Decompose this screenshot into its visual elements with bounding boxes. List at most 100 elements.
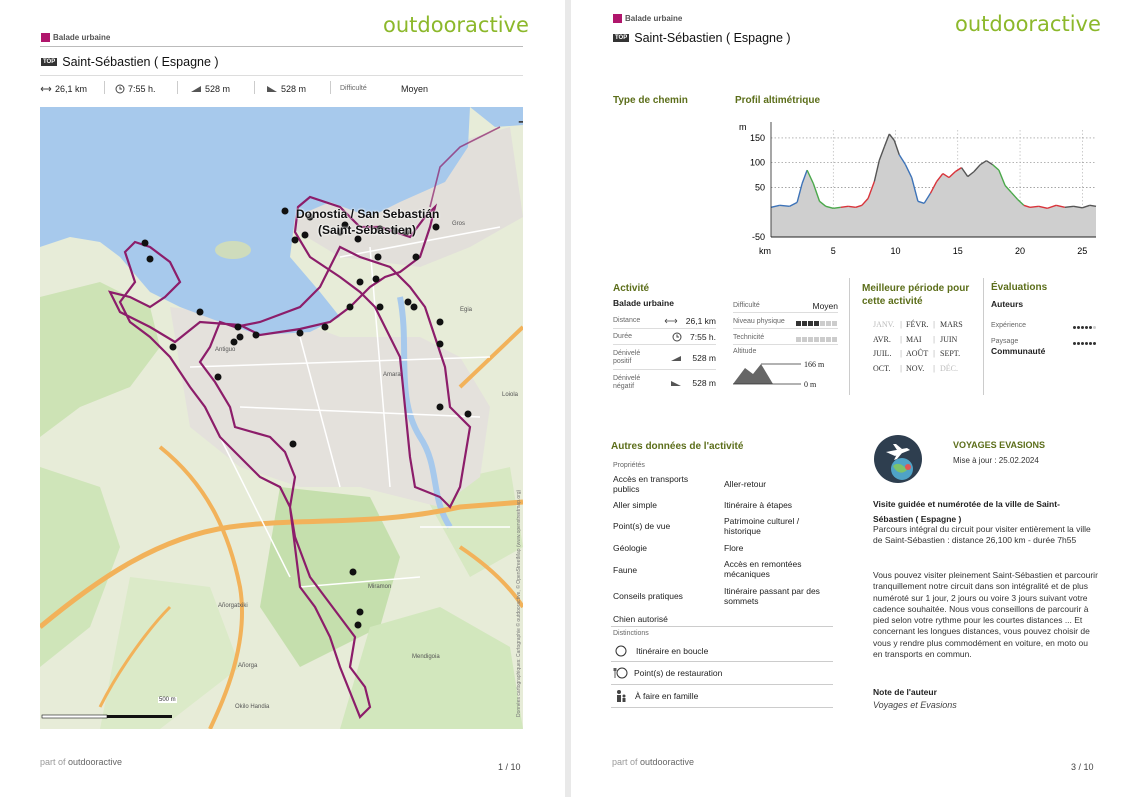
x-tick-label: 5 bbox=[831, 246, 836, 256]
physical-level-row: Niveau physique bbox=[733, 315, 838, 329]
property-left-1: Accès en transports publics bbox=[613, 474, 689, 494]
property-right-3: Patrimoine culturel / historique bbox=[724, 516, 800, 536]
map-place-gros: Gros bbox=[452, 221, 466, 227]
level-dot bbox=[1073, 326, 1076, 329]
map-city-label-1: Donostia / San Sebastián bbox=[296, 207, 440, 221]
author-name: VOYAGES EVASIONS bbox=[953, 440, 1046, 450]
x-tick-label: 10 bbox=[891, 246, 901, 256]
map-place-miramon: Miramon bbox=[368, 584, 392, 590]
distance-icon bbox=[664, 318, 678, 323]
level-dot bbox=[796, 320, 801, 326]
top-badge: TOP bbox=[613, 34, 630, 42]
level-dot bbox=[802, 336, 807, 342]
clock-icon bbox=[672, 332, 682, 341]
activity-ascent-row: Dénivelé positif 528 m bbox=[613, 347, 716, 370]
stat-ascent: 528 m bbox=[190, 84, 230, 94]
property-right-2: Itinéraire à étapes bbox=[724, 500, 793, 510]
map-canvas: ✛ bbox=[40, 107, 523, 729]
level-dot bbox=[1085, 342, 1088, 345]
walk-icon bbox=[41, 33, 50, 42]
way-types-heading: Type de chemin bbox=[613, 95, 688, 106]
landscape-dots bbox=[1073, 332, 1097, 350]
month-6: JUIN bbox=[940, 335, 958, 344]
y-tick-label: 150 bbox=[750, 133, 765, 143]
level-dot bbox=[814, 336, 819, 342]
elevation-heading: Profil altimétrique bbox=[735, 95, 821, 106]
property-left-2: Aller simple bbox=[613, 500, 657, 510]
x-tick-label: 20 bbox=[1015, 246, 1025, 256]
level-dot bbox=[814, 320, 819, 326]
category-label: Balade urbaine bbox=[613, 14, 682, 23]
level-dot bbox=[826, 320, 831, 326]
property-left-5: Faune bbox=[613, 565, 638, 575]
walk-icon bbox=[613, 14, 622, 23]
month-separator: | bbox=[933, 349, 936, 358]
month-separator: | bbox=[900, 320, 903, 329]
ratings-heading: Évaluations bbox=[991, 282, 1048, 293]
description-body: Vous pouvez visiter pleinement Saint-Séb… bbox=[873, 570, 1098, 660]
elevation-segment bbox=[840, 205, 849, 208]
stat-difficulty-label: Difficulté bbox=[340, 85, 367, 92]
page-3: outdooractive Balade urbaine TOP Saint-Sé… bbox=[571, 0, 1135, 797]
month-2: FÉVR. bbox=[906, 320, 929, 329]
level-dot bbox=[1073, 342, 1076, 345]
map-place-okilo-handia: Okilo Handia bbox=[235, 704, 270, 710]
month-9: SEPT. bbox=[940, 349, 961, 358]
x-tick-label: 15 bbox=[953, 246, 963, 256]
author-avatar bbox=[874, 435, 922, 483]
level-dot bbox=[808, 336, 813, 342]
ascent-icon bbox=[191, 86, 201, 92]
level-dot bbox=[820, 336, 825, 342]
map-city-label-2: (Saint-Sébastien) bbox=[318, 223, 417, 237]
technique-level-row: Technicité bbox=[733, 331, 838, 345]
properties-label: Propriétés bbox=[613, 462, 645, 469]
level-dot bbox=[1089, 342, 1092, 345]
activity-descent-row: Dénivelé négatif 528 m bbox=[613, 375, 716, 390]
level-dot bbox=[1081, 342, 1084, 345]
page-number-3: 3 / 10 bbox=[1071, 762, 1094, 772]
month-12: DÉC. bbox=[940, 364, 958, 373]
altitude-max: 166 m bbox=[804, 360, 825, 369]
elevation-segment bbox=[833, 206, 841, 209]
descent-icon bbox=[671, 380, 682, 386]
property-left-3: Point(s) de vue bbox=[613, 521, 671, 531]
month-separator: | bbox=[900, 335, 903, 344]
elevation-svg: m150 100 50 -50 km 5 10 15 20 25 bbox=[739, 122, 1097, 256]
y-tick-label: 100 bbox=[750, 158, 765, 168]
footer-part-of: part of outdooractive bbox=[612, 757, 695, 767]
properties-divider bbox=[611, 626, 833, 627]
y-tick-label: -50 bbox=[752, 232, 765, 242]
level-dot bbox=[1081, 326, 1084, 329]
activity-difficulty-row: Difficulté Moyen bbox=[733, 299, 838, 313]
property-right-5: Accès en remontées mécaniques bbox=[724, 559, 802, 579]
level-dot bbox=[808, 320, 813, 326]
restaurant-icon bbox=[613, 667, 628, 679]
description-intro: Parcours intégral du circuit pour visite… bbox=[873, 524, 1091, 546]
month-separator: | bbox=[933, 335, 936, 344]
header-divider bbox=[40, 46, 523, 47]
map-place-anorgatxiki: Añorgatxiki bbox=[218, 603, 248, 609]
altitude-min: 0 m bbox=[804, 380, 817, 389]
month-4: AVR. bbox=[873, 335, 891, 344]
level-dot bbox=[826, 336, 831, 342]
map-place-anorga: Añorga bbox=[238, 663, 258, 669]
x-unit-label: km bbox=[759, 246, 771, 256]
level-dot bbox=[1077, 326, 1080, 329]
level-dot bbox=[832, 320, 837, 326]
map-attribution: Données cartographiques: Cartographie © … bbox=[516, 489, 522, 717]
stat-difficulty: Moyen bbox=[401, 84, 429, 94]
descent-icon bbox=[267, 86, 277, 92]
month-10: OCT. bbox=[873, 364, 891, 373]
level-dot bbox=[832, 336, 837, 342]
activity-distance-row: Distance 26,1 km bbox=[613, 313, 716, 329]
property-right-6: Itinéraire passant par des sommets bbox=[724, 586, 820, 606]
elevation-chart: m 150 100 50 -50 km 5 10 15 20 25 bbox=[729, 112, 1104, 262]
elevation-segment bbox=[1089, 204, 1097, 207]
category-label: Balade urbaine bbox=[41, 33, 110, 42]
map-place-mendigoia: Mendigoia bbox=[412, 654, 440, 660]
author-note-label: Note de l'auteur bbox=[873, 687, 937, 697]
route-map[interactable]: ✛ Donostia / San Sebastián (Saint-Sébast… bbox=[40, 107, 523, 729]
level-dot bbox=[1093, 326, 1096, 329]
stat-descent: 528 m bbox=[266, 84, 306, 94]
map-place-antiguo: Antiguo bbox=[215, 347, 236, 353]
